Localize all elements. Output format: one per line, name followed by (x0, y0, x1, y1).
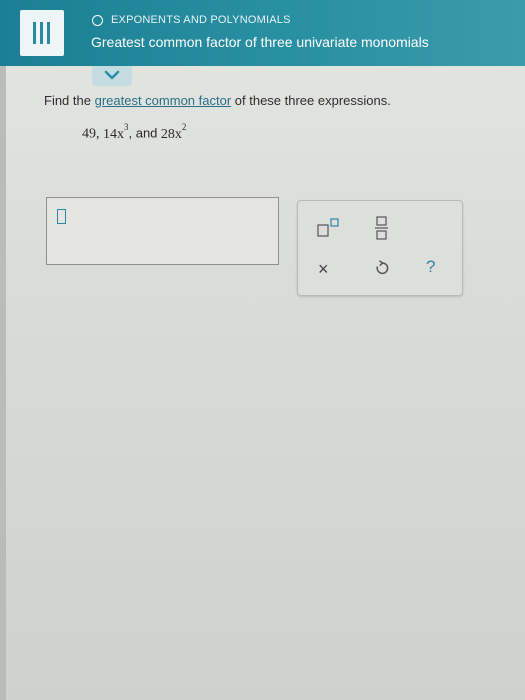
page-title: Greatest common factor of three univaria… (91, 34, 429, 50)
gcf-definition-link[interactable]: greatest common factor (95, 93, 232, 108)
clear-button[interactable]: × (318, 259, 329, 280)
prompt-suffix: of these three expressions. (231, 93, 391, 108)
topic-label: EXPONENTS AND POLYNOMIALS (111, 14, 291, 26)
expand-toggle-button[interactable] (92, 66, 132, 86)
header-bar: EXPONENTS AND POLYNOMIALS Greatest commo… (0, 0, 525, 66)
expression-b: 14x3 (103, 122, 129, 142)
topic-row[interactable]: EXPONENTS AND POLYNOMIALS (92, 12, 291, 28)
question-prompt: Find the greatest common factor of these… (44, 93, 391, 108)
input-cursor-placeholder (57, 209, 66, 224)
help-icon: ? (426, 257, 436, 276)
chevron-down-icon (104, 70, 120, 80)
math-keypad: × ? (297, 200, 463, 296)
undo-button[interactable] (374, 259, 390, 282)
fraction-button[interactable] (374, 215, 390, 241)
fraction-template-icon (375, 216, 388, 240)
prompt-prefix: Find the (44, 93, 95, 108)
expression-separator: , and (128, 125, 158, 141)
expression-c-coef: 28x (160, 126, 182, 142)
expression-c-exponent: 2 (181, 122, 187, 132)
screen: EXPONENTS AND POLYNOMIALS Greatest commo… (0, 0, 525, 700)
expressions: 49, 14x3, and 28x2 (82, 122, 187, 143)
expression-a: 49, (82, 126, 100, 142)
left-edge-strip (0, 66, 6, 700)
answer-input[interactable] (46, 197, 279, 265)
circle-icon (92, 14, 103, 26)
menu-button[interactable] (20, 10, 64, 56)
exponent-button[interactable] (316, 217, 342, 239)
expression-b-exponent: 3 (124, 122, 129, 132)
undo-icon (376, 260, 389, 275)
exponent-template-icon (317, 218, 339, 237)
expression-c: 28x2 (160, 122, 187, 142)
expression-b-coef: 14x (103, 126, 124, 142)
help-button[interactable]: ? (426, 257, 435, 277)
clear-icon: × (318, 259, 329, 279)
